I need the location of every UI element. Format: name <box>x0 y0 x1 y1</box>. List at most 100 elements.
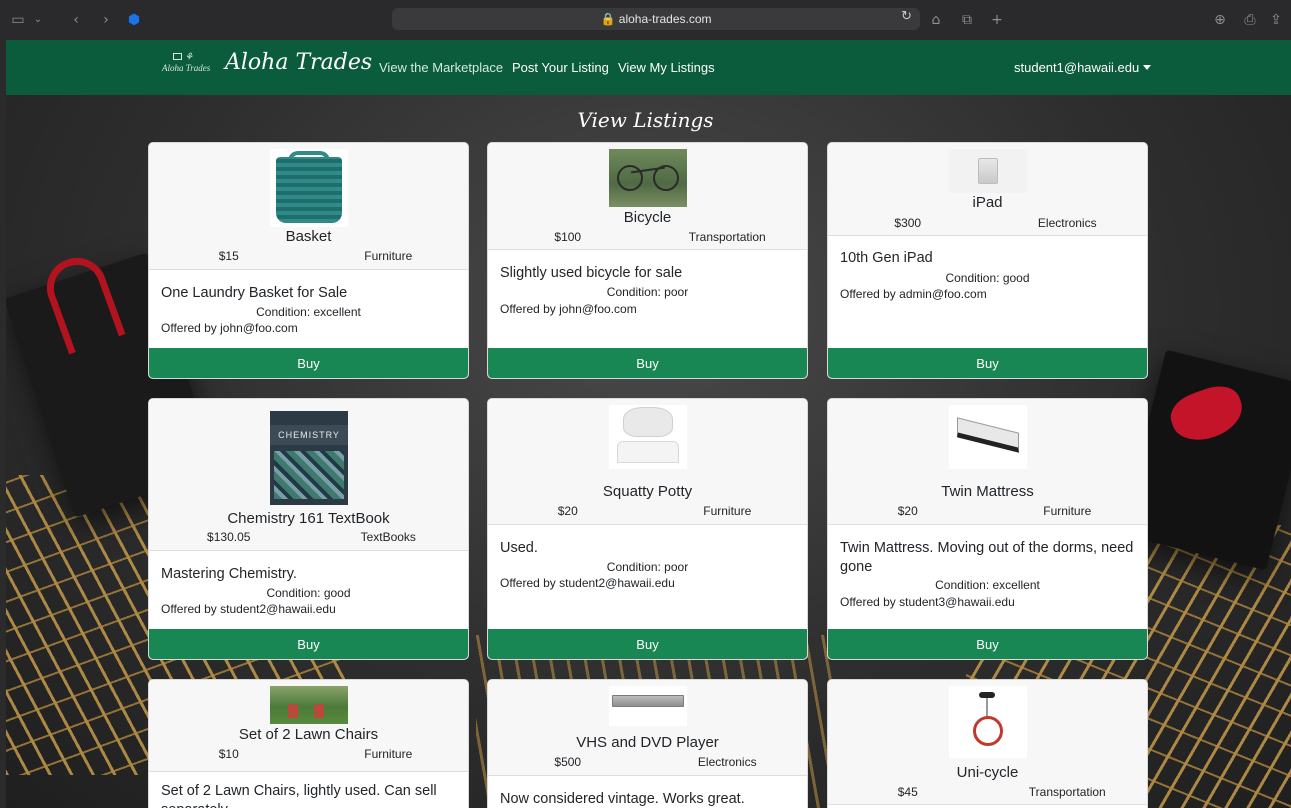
listing-description: Twin Mattress. Moving out of the dorms, … <box>840 540 1134 575</box>
listing-description: Used. <box>500 540 538 556</box>
card-header: Set of 2 Lawn Chairs $10 Furniture <box>149 680 468 772</box>
listing-title: iPad <box>972 194 1003 211</box>
buy-button[interactable]: Buy <box>488 348 807 378</box>
listing-offered-by: Offered by student3@hawaii.edu <box>840 595 1015 609</box>
listing-image <box>949 686 1027 758</box>
listing-description: 10th Gen iPad <box>840 250 933 266</box>
listing-price: $130.05 <box>207 530 251 544</box>
brand-title[interactable]: Aloha Trades <box>225 50 372 75</box>
card-header: Uni-cycle $45 Transportation <box>828 680 1147 805</box>
listing-title: Chemistry 161 TextBook <box>227 510 390 527</box>
lock-icon: 🔒 <box>600 12 616 26</box>
listing-category: Electronics <box>1037 216 1097 230</box>
nav-view-marketplace[interactable]: View the Marketplace <box>379 60 503 75</box>
download-icon[interactable]: ⊕ <box>1210 10 1230 30</box>
listing-category: Electronics <box>697 755 757 769</box>
listing-title: VHS and DVD Player <box>576 734 719 751</box>
listing-category: Furniture <box>364 249 413 263</box>
listing-price: $500 <box>554 755 582 769</box>
listing-category: Transportation <box>688 230 766 244</box>
listing-card: Uni-cycle $45 Transportation <box>827 679 1148 808</box>
navbar: ⚘ Aloha Trades Aloha Trades View the Mar… <box>6 40 1291 95</box>
buy-button[interactable]: Buy <box>149 348 468 378</box>
card-header: Squatty Potty $20 Furniture <box>488 399 807 525</box>
listing-offered-by: Offered by student2@hawaii.edu <box>161 602 336 616</box>
chevron-down-icon[interactable]: ⌄ <box>28 10 48 30</box>
buy-button[interactable]: Buy <box>488 629 807 659</box>
listing-condition: Condition: excellent <box>935 578 1040 592</box>
listing-card: iPad $300 Electronics 10th Gen iPad Cond… <box>827 142 1148 379</box>
listing-title: Squatty Potty <box>602 483 693 500</box>
url-value: aloha-trades.com <box>618 12 712 26</box>
listing-price: $15 <box>218 249 239 263</box>
card-header: Twin Mattress $20 Furniture <box>828 399 1147 525</box>
tabs-icon[interactable]: ⧉ <box>957 10 977 30</box>
listing-category: Transportation <box>1028 785 1106 799</box>
listing-title: Uni-cycle <box>956 764 1019 781</box>
listing-image <box>949 405 1027 469</box>
nav-post-listing[interactable]: Post Your Listing <box>512 60 609 75</box>
card-header: CHEMISTRY Chemistry 161 TextBook $130.05… <box>149 399 468 551</box>
listing-image <box>609 405 687 469</box>
back-icon[interactable]: ‹ <box>66 10 86 30</box>
listing-image: CHEMISTRY <box>270 411 348 505</box>
listing-condition: Condition: poor <box>606 560 689 574</box>
listing-offered-by: Offered by admin@foo.com <box>840 287 987 301</box>
listing-card: Twin Mattress $20 Furniture Twin Mattres… <box>827 398 1148 660</box>
new-tab-icon[interactable]: + <box>987 10 1007 30</box>
listing-image <box>609 149 687 207</box>
listing-title: Twin Mattress <box>941 483 1034 500</box>
nav-view-my-listings[interactable]: View My Listings <box>618 60 715 75</box>
print-icon[interactable]: ⎙ <box>1240 10 1260 30</box>
reload-icon[interactable]: ↻ <box>901 9 912 24</box>
buy-button[interactable]: Buy <box>828 348 1147 378</box>
listing-condition: Condition: excellent <box>256 305 361 319</box>
listing-image <box>270 686 348 724</box>
listing-price: $300 <box>894 216 922 230</box>
card-header: Basket $15 Furniture <box>149 143 468 270</box>
listing-title: Set of 2 Lawn Chairs <box>238 726 379 743</box>
page-title: View Listings <box>577 108 714 132</box>
listing-price: $10 <box>218 747 239 761</box>
logo[interactable]: ⚘ Aloha Trades <box>162 52 222 84</box>
listing-offered-by: Offered by student2@hawaii.edu <box>500 576 675 590</box>
listing-price: $100 <box>554 230 582 244</box>
sidebar-icon[interactable]: ▭ <box>8 10 28 30</box>
listing-image <box>270 149 348 227</box>
listing-condition: Condition: good <box>945 271 1030 285</box>
caret-down-icon <box>1143 65 1152 70</box>
listing-description: Now considered vintage. Works great. <box>500 791 745 807</box>
card-header: iPad $300 Electronics <box>828 143 1147 236</box>
listing-price: $20 <box>897 504 918 518</box>
forward-icon[interactable]: › <box>96 10 116 30</box>
listing-card: Basket $15 Furniture One Laundry Basket … <box>148 142 469 379</box>
listing-price: $20 <box>557 504 578 518</box>
user-menu[interactable]: student1@hawaii.edu <box>1014 60 1152 75</box>
card-header: VHS and DVD Player $500 Electronics <box>488 680 807 776</box>
buy-button[interactable]: Buy <box>149 629 468 659</box>
listing-card: Set of 2 Lawn Chairs $10 Furniture Set o… <box>148 679 469 808</box>
listing-card: CHEMISTRY Chemistry 161 TextBook $130.05… <box>148 398 469 660</box>
listing-price: $45 <box>897 785 918 799</box>
listing-card: Squatty Potty $20 Furniture Used. Condit… <box>487 398 808 660</box>
listing-card: Bicycle $100 Transportation Slightly use… <box>487 142 808 379</box>
listing-description: One Laundry Basket for Sale <box>161 285 348 301</box>
buy-button[interactable]: Buy <box>828 629 1147 659</box>
listing-condition: Condition: poor <box>606 285 689 299</box>
url-text: 🔒 aloha-trades.com <box>392 12 920 26</box>
listing-category: Furniture <box>364 747 413 761</box>
extension-icon[interactable]: ⬢ <box>124 10 144 30</box>
listing-image <box>609 686 687 726</box>
home-icon[interactable]: ⌂ <box>926 10 946 30</box>
listing-description: Slightly used bicycle for sale <box>500 265 683 281</box>
address-bar[interactable]: 🔒 aloha-trades.com ↻ <box>392 8 920 30</box>
card-header: Bicycle $100 Transportation <box>488 143 807 250</box>
browser-toolbar: ▭ ⌄ ‹ › ⬢ 🔒 aloha-trades.com ↻ ⌂ ⧉ + ⊕ ⎙… <box>0 0 1291 40</box>
listing-description: Mastering Chemistry. <box>161 566 297 582</box>
listing-condition: Condition: good <box>266 586 351 600</box>
listing-offered-by: Offered by john@foo.com <box>500 302 637 316</box>
listing-category: Furniture <box>703 504 752 518</box>
listing-category: TextBooks <box>360 530 416 544</box>
listing-title: Bicycle <box>623 209 672 226</box>
share-icon[interactable]: ⇪ <box>1266 10 1286 30</box>
